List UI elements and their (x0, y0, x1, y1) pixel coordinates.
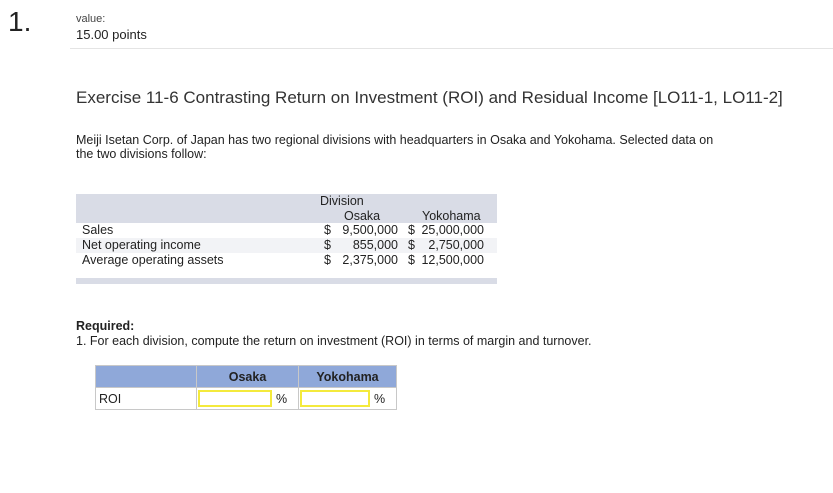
col-osaka: Osaka (344, 209, 381, 223)
currency: $ (408, 238, 415, 252)
osaka-roi-input[interactable] (198, 390, 272, 407)
table-row: Sales $9,500,000 $25,000,000 (76, 223, 497, 238)
points-value: 15.00 points (76, 27, 147, 42)
required-heading: Required: (76, 319, 135, 333)
header-osaka: Osaka (196, 365, 299, 388)
currency: $ (324, 253, 331, 267)
division-header: Division (320, 194, 364, 208)
value-label: value: (76, 13, 106, 25)
currency: $ (408, 223, 415, 237)
division-data-table: Division Osaka Yokohama Sales $9,500,000… (76, 194, 497, 284)
currency: $ (324, 223, 331, 237)
osaka-value: 9,500,000 (342, 223, 398, 237)
required-item-1: 1. For each division, compute the return… (76, 334, 592, 348)
yokohama-value: 25,000,000 (421, 223, 484, 237)
exercise-title: Exercise 11-6 Contrasting Return on Inve… (76, 88, 783, 107)
row-label: Sales (82, 223, 114, 237)
question-number: 1. (8, 6, 32, 37)
currency: $ (408, 253, 415, 267)
table-footer-bar (76, 278, 497, 284)
yokohama-roi-input[interactable] (300, 390, 370, 407)
table-header: Division Osaka Yokohama (76, 194, 497, 223)
percent-unit: % (273, 387, 299, 410)
yokohama-value: 12,500,000 (421, 253, 484, 267)
roi-answer-table: Osaka Yokohama ROI % % (95, 365, 397, 410)
table-row: Average operating assets $2,375,000 $12,… (76, 253, 497, 268)
col-yokohama: Yokohama (422, 209, 481, 223)
osaka-value: 2,375,000 (342, 253, 398, 267)
table-row: Net operating income $855,000 $2,750,000 (76, 238, 497, 253)
blank-header (95, 365, 197, 388)
osaka-value: 855,000 (352, 238, 398, 252)
percent-unit: % (371, 387, 397, 410)
currency: $ (324, 238, 331, 252)
row-label: Average operating assets (82, 253, 224, 267)
yokohama-value: 2,750,000 (428, 238, 484, 252)
row-label-roi: ROI (95, 387, 197, 410)
row-label: Net operating income (82, 238, 201, 252)
intro-text: Meiji Isetan Corp. of Japan has two regi… (76, 133, 714, 161)
divider (70, 48, 833, 49)
header-yokohama: Yokohama (298, 365, 397, 388)
